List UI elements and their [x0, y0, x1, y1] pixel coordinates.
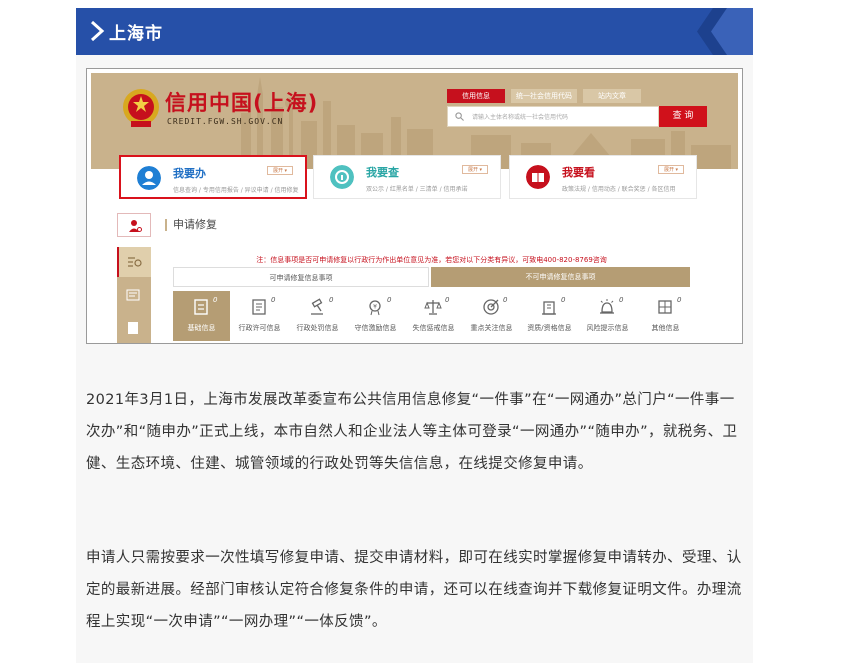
- user-service-icon: [137, 166, 161, 190]
- book-icon: [526, 165, 550, 189]
- tab-credit-code[interactable]: 统一社会信用代码: [511, 89, 577, 103]
- search-icon: [455, 112, 464, 121]
- category-count: 0: [213, 296, 218, 304]
- search-button[interactable]: 查 询: [659, 106, 707, 127]
- category-count: 0: [677, 296, 682, 304]
- service-sub-query: 双公示 / 红黑名单 / 三清单 / 信用承诺: [366, 186, 468, 193]
- warning-light-icon: [600, 299, 614, 314]
- service-sub-do: 信息查询 / 专用信用报告 / 异议申请 / 信用修复: [173, 187, 299, 194]
- tab-credit-info[interactable]: 信用信息: [447, 89, 505, 103]
- national-emblem-icon: [123, 89, 159, 127]
- question-icon: [330, 165, 354, 189]
- document-icon: [126, 289, 140, 301]
- category-count: 0: [619, 296, 624, 304]
- side-nav: [117, 247, 151, 343]
- service-card-do[interactable]: 我要办 信息查询 / 专用信用报告 / 异议申请 / 信用修复 展开 ▾: [119, 155, 307, 199]
- scale-icon: [424, 300, 442, 315]
- category-label: 基础信息: [187, 324, 216, 332]
- side-nav-document[interactable]: [117, 281, 151, 311]
- search-input[interactable]: 请输入主体名称或统一社会信用代码: [447, 106, 659, 127]
- basic-info-icon: [194, 299, 208, 315]
- service-name-do: 我要办: [173, 167, 206, 180]
- service-name-query: 我要查: [366, 166, 399, 179]
- category-count: 0: [445, 296, 450, 304]
- site-logo-url: CREDIT.FGW.SH.GOV.CN: [167, 117, 284, 126]
- category-label: 其他信息: [651, 324, 680, 332]
- user-gear-icon: [129, 220, 142, 232]
- category-admin-penalty[interactable]: 0 行政处罚信息: [289, 291, 346, 341]
- search-placeholder: 请输入主体名称或统一社会信用代码: [472, 114, 569, 121]
- grid-document-icon: [658, 300, 672, 314]
- repair-notice: 注：信息事项是否可申请修复以行政行为作出单位意见为准，若您对以下分类有异议，可致…: [256, 256, 607, 264]
- category-credit-reward[interactable]: ¥ 0 守信激励信息: [347, 291, 404, 341]
- site-logo-name: 信用中国(上海): [165, 91, 319, 115]
- service-card-view[interactable]: 我要看 政策法规 / 信用动态 / 联合奖惩 / 各区信用 展开 ▾: [509, 155, 697, 199]
- article-paragraph-1: 2021年3月1日，上海市发展改革委宣布公共信用信息修复“一件事”在“一网通办”…: [86, 392, 738, 472]
- apply-repair-title: 申请修复: [165, 219, 217, 231]
- article-paragraph-2: 申请人只需按要求一次性填写修复申请、提交申请材料，即可在线实时掌握修复申请转办、…: [86, 550, 742, 630]
- category-label: 失信惩戒信息: [412, 324, 455, 332]
- category-count: 0: [561, 296, 566, 304]
- side-nav-search[interactable]: [117, 247, 151, 277]
- service-name-view: 我要看: [562, 166, 595, 179]
- target-icon: [483, 299, 499, 315]
- expand-button-do[interactable]: 展开 ▾: [267, 166, 293, 175]
- article-card: 上海市 信用中国(上海) CREDIT.FGW.SH.GOV.CN 信用信息 统…: [76, 8, 753, 663]
- category-other-info[interactable]: 0 其他信息: [637, 291, 694, 341]
- building-icon: [542, 301, 556, 315]
- side-nav-file[interactable]: [117, 313, 151, 343]
- category-label: 行政许可信息: [238, 324, 281, 332]
- category-label: 行政处罚信息: [296, 324, 339, 332]
- tab-repairable-items[interactable]: 可申请修复信息事项: [173, 267, 429, 287]
- category-label: 风险提示信息: [586, 324, 629, 332]
- category-label: 守信激励信息: [354, 324, 397, 332]
- service-sub-view: 政策法规 / 信用动态 / 联合奖惩 / 各区信用: [562, 186, 676, 193]
- category-qualification[interactable]: 0 资质/资格信息: [521, 291, 578, 341]
- gavel-icon: [311, 298, 323, 315]
- category-count: 0: [387, 296, 392, 304]
- category-count: 0: [503, 296, 508, 304]
- category-count: 0: [271, 296, 276, 304]
- file-icon: [128, 322, 138, 334]
- medal-icon: ¥: [369, 300, 381, 316]
- expand-button-view[interactable]: 展开 ▾: [658, 165, 684, 174]
- tab-site-articles[interactable]: 站内文章: [583, 89, 641, 103]
- category-label: 资质/资格信息: [527, 324, 572, 332]
- category-label: 重点关注信息: [470, 324, 513, 332]
- chevron-right-icon: [90, 20, 105, 42]
- license-icon: [252, 299, 266, 315]
- category-discredit-penalty[interactable]: 0 失信惩戒信息: [405, 291, 462, 341]
- service-card-query[interactable]: 我要查 双公示 / 红黑名单 / 三清单 / 信用承诺 展开 ▾: [313, 155, 501, 199]
- expand-button-query[interactable]: 展开 ▾: [462, 165, 488, 174]
- category-count: 0: [329, 296, 334, 304]
- tab-non-repairable-items[interactable]: 不可申请修复信息事项: [431, 267, 690, 287]
- section-title: 上海市: [109, 24, 163, 44]
- section-header: 上海市: [76, 8, 753, 55]
- list-search-icon: [128, 257, 142, 267]
- category-risk-warning[interactable]: 0 风险提示信息: [579, 291, 636, 341]
- corner-decoration: [697, 8, 753, 55]
- apply-user-icon-box: [117, 213, 151, 237]
- category-admin-license[interactable]: 0 行政许可信息: [231, 291, 288, 341]
- category-basic-info[interactable]: 0 基础信息: [173, 291, 230, 341]
- svg-text:¥: ¥: [373, 304, 377, 311]
- website-screenshot: 信用中国(上海) CREDIT.FGW.SH.GOV.CN 信用信息 统一社会信…: [86, 68, 743, 344]
- category-key-attention[interactable]: 0 重点关注信息: [463, 291, 520, 341]
